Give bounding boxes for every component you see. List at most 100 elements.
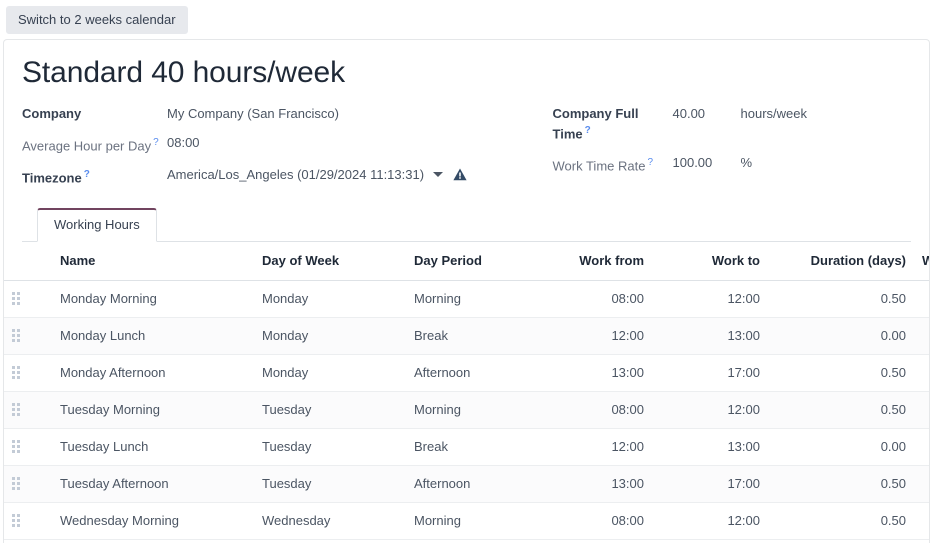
cell-duration-days[interactable]: 0.50 xyxy=(768,280,914,317)
page-title: Standard 40 hours/week xyxy=(22,56,911,91)
cell-name[interactable]: Monday Afternoon xyxy=(52,354,254,391)
cell-day-of-week[interactable]: Monday xyxy=(254,280,406,317)
table-row[interactable]: Tuesday AfternoonTuesdayAfternoon13:0017… xyxy=(4,465,930,502)
warning-triangle-icon[interactable] xyxy=(453,168,467,181)
cell-work-to[interactable]: 12:00 xyxy=(652,391,768,428)
cell-work-from[interactable]: 12:00 xyxy=(532,317,652,354)
cell-work-to[interactable]: 13:00 xyxy=(652,428,768,465)
cell-day-period[interactable]: Morning xyxy=(406,280,532,317)
record-sheet: Standard 40 hours/week Company My Compan… xyxy=(3,39,930,543)
cell-duration-days[interactable]: 0.50 xyxy=(768,354,914,391)
column-day-period[interactable]: Day Period xyxy=(406,242,532,281)
column-day-of-week[interactable]: Day of Week xyxy=(254,242,406,281)
cell-name[interactable]: Monday Morning xyxy=(52,280,254,317)
cell-day-of-week[interactable]: Monday xyxy=(254,354,406,391)
cell-duration-days[interactable]: 0.50 xyxy=(768,502,914,539)
cell-handle[interactable] xyxy=(4,428,52,465)
chevron-down-icon[interactable] xyxy=(433,172,443,177)
cell-day-period[interactable]: Morning xyxy=(406,502,532,539)
cell-work-from[interactable]: 13:00 xyxy=(532,465,652,502)
table-row[interactable]: Monday LunchMondayBreak12:0013:000.00 xyxy=(4,317,930,354)
cell-work-entry-type[interactable] xyxy=(914,280,930,317)
table-row[interactable]: Tuesday MorningTuesdayMorning08:0012:000… xyxy=(4,391,930,428)
drag-handle-icon[interactable] xyxy=(12,403,44,416)
field-timezone-value[interactable]: America/Los_Angeles (01/29/2024 11:13:31… xyxy=(167,166,424,183)
cell-name[interactable]: Tuesday Afternoon xyxy=(52,465,254,502)
cell-duration-days[interactable]: 0.00 xyxy=(768,428,914,465)
cell-day-of-week[interactable]: Tuesday xyxy=(254,465,406,502)
cell-work-from[interactable]: 13:00 xyxy=(532,354,652,391)
cell-work-entry-type[interactable] xyxy=(914,317,930,354)
help-icon[interactable]: ? xyxy=(647,157,653,168)
cell-day-period[interactable]: Break xyxy=(406,317,532,354)
field-work-time-rate: Work Time Rate? 100.00 % xyxy=(553,154,912,174)
cell-work-to[interactable]: 17:00 xyxy=(652,354,768,391)
cell-name[interactable]: Wednesday Morning xyxy=(52,502,254,539)
cell-work-entry-type[interactable] xyxy=(914,465,930,502)
cell-name[interactable]: Monday Lunch xyxy=(52,317,254,354)
column-work-from[interactable]: Work from xyxy=(532,242,652,281)
cell-handle[interactable] xyxy=(4,502,52,539)
cell-work-entry-type[interactable] xyxy=(914,391,930,428)
cell-day-of-week[interactable]: Tuesday xyxy=(254,391,406,428)
field-average-hour-per-day: Average Hour per Day? 08:00 xyxy=(22,134,467,154)
cell-work-from[interactable]: 08:00 xyxy=(532,502,652,539)
table-row[interactable]: Monday AfternoonMondayAfternoon13:0017:0… xyxy=(4,354,930,391)
cell-day-period[interactable]: Break xyxy=(406,428,532,465)
cell-day-period[interactable]: Morning xyxy=(406,391,532,428)
cell-work-to[interactable]: 13:00 xyxy=(652,317,768,354)
column-duration-days[interactable]: Duration (days) xyxy=(768,242,914,281)
cell-handle[interactable] xyxy=(4,354,52,391)
cell-handle[interactable] xyxy=(4,391,52,428)
cell-work-to[interactable]: 12:00 xyxy=(652,280,768,317)
cell-day-of-week[interactable]: Monday xyxy=(254,317,406,354)
cell-work-entry-type[interactable] xyxy=(914,428,930,465)
cell-name[interactable]: Tuesday Morning xyxy=(52,391,254,428)
cell-day-period[interactable]: Afternoon xyxy=(406,354,532,391)
field-timezone-label-text: Timezone xyxy=(22,170,82,185)
cell-day-of-week[interactable]: Wednesday xyxy=(254,502,406,539)
cell-day-period[interactable]: Afternoon xyxy=(406,465,532,502)
field-company-full-time-unit: hours/week xyxy=(741,105,807,122)
column-work-entry-type[interactable]: Work Entry Type xyxy=(914,242,930,281)
drag-handle-icon[interactable] xyxy=(12,514,44,527)
cell-handle[interactable] xyxy=(4,317,52,354)
cell-work-from[interactable]: 08:00 xyxy=(532,391,652,428)
cell-handle[interactable] xyxy=(4,280,52,317)
cell-work-to[interactable]: 17:00 xyxy=(652,465,768,502)
cell-duration-days[interactable]: 0.00 xyxy=(768,317,914,354)
tab-working-hours[interactable]: Working Hours xyxy=(37,208,157,242)
column-name[interactable]: Name xyxy=(52,242,254,281)
field-work-time-rate-unit: % xyxy=(741,154,753,171)
cell-duration-days[interactable]: 0.50 xyxy=(768,465,914,502)
cell-work-entry-type[interactable] xyxy=(914,354,930,391)
help-icon[interactable]: ? xyxy=(585,125,591,136)
field-company-full-time-value[interactable]: 40.00 xyxy=(673,105,717,122)
drag-handle-icon[interactable] xyxy=(12,366,44,379)
field-company-label: Company xyxy=(22,105,167,122)
help-icon[interactable]: ? xyxy=(84,169,90,180)
cell-work-to[interactable]: 12:00 xyxy=(652,502,768,539)
table-row[interactable]: Wednesday MorningWednesdayMorning08:0012… xyxy=(4,502,930,539)
column-work-to[interactable]: Work to xyxy=(652,242,768,281)
switch-to-2-weeks-calendar-button[interactable]: Switch to 2 weeks calendar xyxy=(6,6,188,34)
cell-work-entry-type[interactable] xyxy=(914,502,930,539)
cell-work-from[interactable]: 08:00 xyxy=(532,280,652,317)
table-body: Monday MorningMondayMorning08:0012:000.5… xyxy=(4,280,930,539)
table-row[interactable]: Tuesday LunchTuesdayBreak12:0013:000.00 xyxy=(4,428,930,465)
drag-handle-icon[interactable] xyxy=(12,440,44,453)
cell-name[interactable]: Tuesday Lunch xyxy=(52,428,254,465)
drag-handle-icon[interactable] xyxy=(12,329,44,342)
table-row[interactable]: Monday MorningMondayMorning08:0012:000.5… xyxy=(4,280,930,317)
tab-strip: Working Hours xyxy=(22,208,911,242)
help-icon[interactable]: ? xyxy=(153,137,159,148)
cell-day-of-week[interactable]: Tuesday xyxy=(254,428,406,465)
cell-handle[interactable] xyxy=(4,465,52,502)
column-handle xyxy=(4,242,52,281)
field-company-full-time-label: Company Full Time? xyxy=(553,105,673,142)
field-company-value[interactable]: My Company (San Francisco) xyxy=(167,105,339,122)
cell-work-from[interactable]: 12:00 xyxy=(532,428,652,465)
drag-handle-icon[interactable] xyxy=(12,477,44,490)
drag-handle-icon[interactable] xyxy=(12,292,44,305)
cell-duration-days[interactable]: 0.50 xyxy=(768,391,914,428)
